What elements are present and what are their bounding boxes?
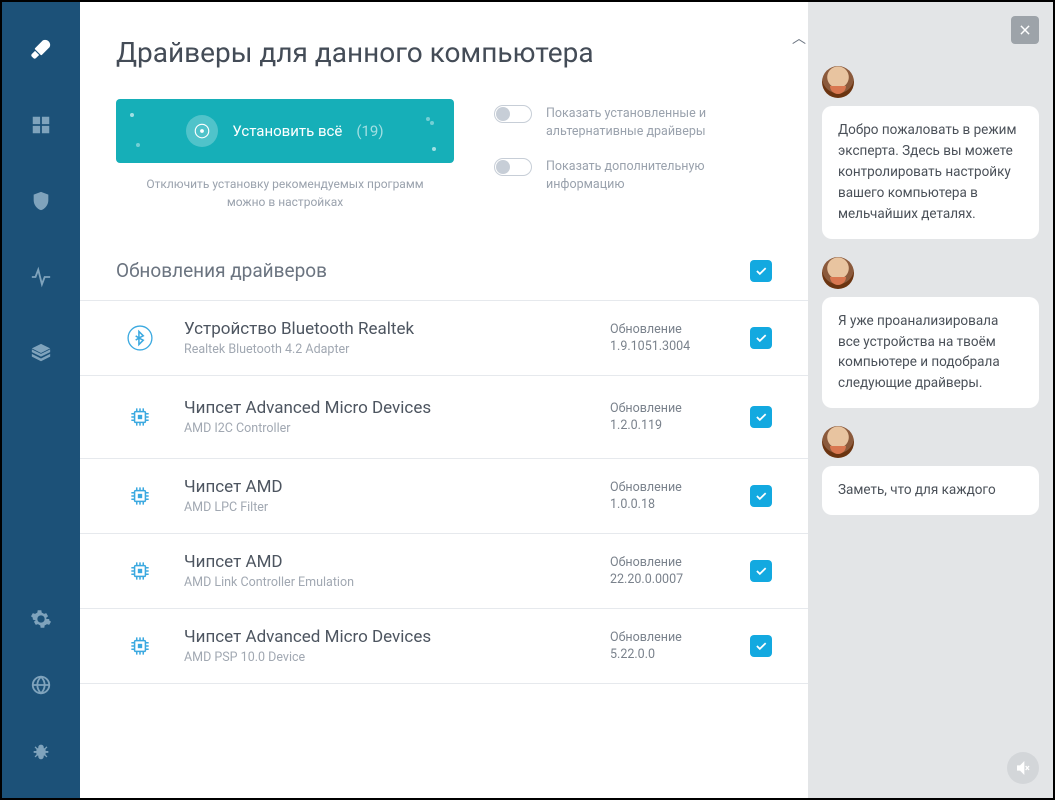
driver-title: Чипсет AMD — [184, 552, 590, 572]
page-title: Драйверы для данного компьютера — [116, 36, 772, 69]
driver-checkbox[interactable] — [750, 485, 772, 507]
driver-subtitle: AMD PSP 10.0 Device — [184, 650, 590, 665]
sidebar-layers-icon[interactable] — [29, 341, 53, 365]
sidebar-wrench-icon[interactable] — [29, 37, 53, 61]
chat-panel: Добро пожаловать в режим эксперта. Здесь… — [808, 2, 1053, 798]
chip-icon — [116, 404, 164, 430]
avatar — [822, 257, 854, 289]
chat-bubble: Я уже проанализировала все устройства на… — [822, 297, 1039, 409]
avatar — [822, 426, 854, 458]
driver-version: Обновление1.9.1051.3004 — [610, 322, 730, 354]
driver-info: Чипсет Advanced Micro Devices AMD PSP 10.… — [184, 627, 590, 665]
driver-checkbox[interactable] — [750, 327, 772, 349]
sidebar — [2, 2, 80, 798]
mute-button[interactable] — [1007, 752, 1039, 784]
sidebar-gear-icon[interactable] — [29, 607, 53, 631]
driver-subtitle: AMD Link Controller Emulation — [184, 575, 590, 590]
bluetooth-icon — [116, 325, 164, 351]
driver-version: Обновление1.0.0.18 — [610, 480, 730, 512]
driver-list: Устройство Bluetooth Realtek Realtek Blue… — [80, 300, 808, 684]
driver-title: Устройство Bluetooth Realtek — [184, 319, 590, 339]
chat-message-group: Заметь, что для каждого — [822, 426, 1039, 515]
chat-bubble: Добро пожаловать в режим эксперта. Здесь… — [822, 106, 1039, 239]
sidebar-grid-icon[interactable] — [29, 113, 53, 137]
chat-bubble: Заметь, что для каждого — [822, 466, 1039, 515]
install-count: (19) — [356, 122, 383, 140]
driver-row[interactable]: Чипсет Advanced Micro Devices AMD PSP 10.… — [80, 609, 808, 684]
sidebar-pulse-icon[interactable] — [29, 265, 53, 289]
driver-checkbox[interactable] — [750, 560, 772, 582]
driver-info: Чипсет Advanced Micro Devices AMD I2C Con… — [184, 398, 590, 436]
driver-subtitle: Realtek Bluetooth 4.2 Adapter — [184, 342, 590, 357]
driver-info: Устройство Bluetooth Realtek Realtek Blue… — [184, 319, 590, 357]
driver-version: Обновление1.2.0.119 — [610, 401, 730, 433]
sidebar-shield-icon[interactable] — [29, 189, 53, 213]
sidebar-globe-icon[interactable] — [29, 673, 53, 697]
chip-icon — [116, 483, 164, 509]
toggle-show-extra-label: Показать дополнительную информацию — [546, 158, 772, 193]
driver-row[interactable]: Чипсет Advanced Micro Devices AMD I2C Con… — [80, 376, 808, 459]
section-title: Обновления драйверов — [116, 259, 327, 282]
driver-subtitle: AMD LPC Filter — [184, 500, 590, 515]
scroll-indicator-icon[interactable]: ︿ — [792, 28, 806, 48]
main-content: ︿ Драйверы для данного компьютера Устано… — [80, 2, 808, 798]
toggle-show-installed-label: Показать установленные и альтернативные … — [546, 105, 772, 140]
select-all-checkbox[interactable] — [750, 260, 772, 282]
chip-icon — [116, 633, 164, 659]
driver-row[interactable]: Чипсет AMD AMD LPC Filter Обновление1.0.0.… — [80, 459, 808, 534]
avatar — [822, 66, 854, 98]
driver-checkbox[interactable] — [750, 635, 772, 657]
toggle-show-extra[interactable] — [494, 158, 532, 176]
chat-close-button[interactable] — [1011, 16, 1039, 44]
chat-message-group: Добро пожаловать в режим эксперта. Здесь… — [822, 66, 1039, 239]
driver-version: Обновление22.20.0.0007 — [610, 555, 730, 587]
driver-title: Чипсет AMD — [184, 477, 590, 497]
install-label: Установить всё — [232, 122, 342, 140]
driver-version: Обновление5.22.0.0 — [610, 630, 730, 662]
install-all-button[interactable]: Установить всё (19) — [116, 99, 454, 163]
driver-row[interactable]: Устройство Bluetooth Realtek Realtek Blue… — [80, 301, 808, 376]
driver-title: Чипсет Advanced Micro Devices — [184, 627, 590, 647]
driver-row[interactable]: Чипсет AMD AMD Link Controller Emulation О… — [80, 534, 808, 609]
install-note: Отключить установку рекомендуемых програ… — [146, 175, 423, 211]
driver-title: Чипсет Advanced Micro Devices — [184, 398, 590, 418]
sidebar-bug-icon[interactable] — [29, 739, 53, 763]
driver-info: Чипсет AMD AMD Link Controller Emulation — [184, 552, 590, 590]
driver-subtitle: AMD I2C Controller — [184, 421, 590, 436]
toggle-show-installed[interactable] — [494, 105, 532, 123]
chip-icon — [116, 558, 164, 584]
driver-info: Чипсет AMD AMD LPC Filter — [184, 477, 590, 515]
chat-body: Добро пожаловать в режим эксперта. Здесь… — [822, 66, 1039, 798]
install-disc-icon — [186, 115, 218, 147]
driver-checkbox[interactable] — [750, 406, 772, 428]
chat-message-group: Я уже проанализировала все устройства на… — [822, 257, 1039, 409]
